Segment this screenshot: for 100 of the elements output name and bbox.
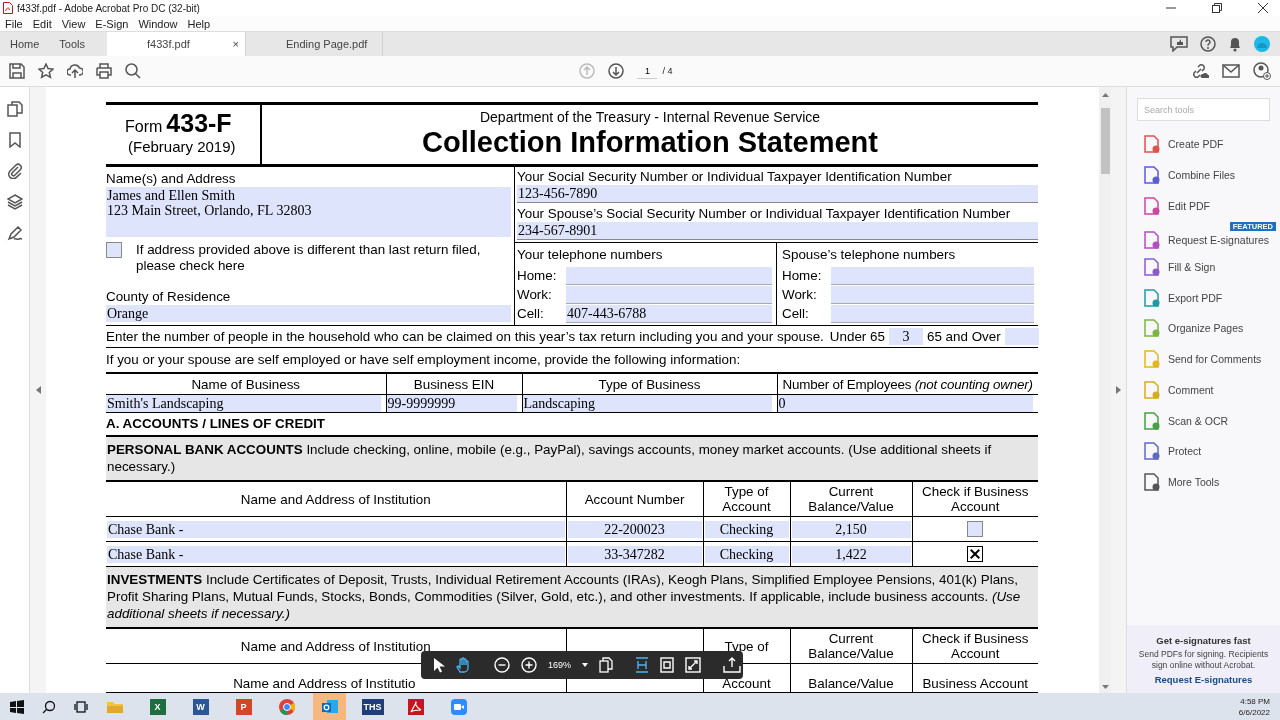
text-field[interactable]: Chase Bank - (107, 520, 565, 538)
bell-icon[interactable] (1228, 36, 1242, 52)
search-icon[interactable] (42, 699, 56, 714)
text-field[interactable]: 2,150 (791, 520, 911, 538)
hand-icon[interactable] (456, 657, 472, 673)
close-icon[interactable] (1258, 3, 1268, 13)
text-field[interactable]: Orange (106, 305, 511, 322)
search-field[interactable]: Search tools (1137, 98, 1270, 121)
text-field[interactable]: 0 (777, 395, 1033, 412)
full-screen-icon[interactable] (685, 657, 702, 673)
window-title: f433f.pdf - Adobe Acrobat Pro DC (32-bit) (17, 2, 201, 14)
zoom-in-icon[interactable] (521, 657, 537, 673)
tool-item[interactable]: Edit PDF (1127, 190, 1280, 222)
pages-icon[interactable] (599, 657, 614, 673)
restore-icon[interactable] (1212, 3, 1222, 13)
tool-item[interactable]: Create PDF (1127, 129, 1280, 160)
tool-item[interactable]: Send for Comments (1127, 343, 1280, 375)
text-field[interactable]: 407-443-6788 (566, 304, 772, 323)
text-field[interactable]: 123-456-7890 (517, 185, 1038, 203)
tool-item[interactable]: Comment (1127, 374, 1280, 406)
save-icon[interactable] (9, 63, 25, 79)
pointer-icon[interactable] (433, 657, 445, 673)
windows-start-icon[interactable] (10, 699, 24, 714)
zoom-out-icon[interactable] (494, 657, 510, 673)
menu-item[interactable]: E-Sign (95, 17, 129, 30)
bookmark-icon[interactable] (6, 132, 23, 148)
text-field[interactable] (566, 266, 772, 285)
link-icon[interactable] (1191, 63, 1209, 79)
menu-item[interactable]: Edit (32, 17, 52, 30)
expand-arrow-icon[interactable] (1116, 386, 1121, 394)
tab[interactable]: Home (0, 32, 50, 56)
signature-pen-icon[interactable] (6, 225, 23, 241)
help-icon[interactable] (1200, 36, 1216, 52)
text-field[interactable]: Smith's Landscaping (106, 395, 381, 412)
taskbar-button[interactable] (313, 693, 346, 720)
text-field[interactable]: 3 (888, 328, 923, 345)
text-field[interactable]: 22-200023 (567, 520, 702, 538)
text-field[interactable]: Chase Bank - (107, 545, 565, 563)
close-tab-button[interactable]: × (230, 38, 242, 50)
print-icon[interactable] (96, 63, 112, 79)
taskbar-button[interactable]: W (184, 693, 217, 720)
text-field[interactable]: Checking (704, 545, 789, 563)
tool-item[interactable]: Organize Pages (1127, 313, 1280, 344)
upload-icon[interactable] (67, 63, 83, 79)
tool-item[interactable]: Export PDF (1127, 282, 1280, 314)
text-field[interactable] (831, 266, 1034, 285)
pages-icon[interactable] (6, 101, 23, 117)
taskbar-button[interactable]: X (141, 693, 174, 720)
promo-link[interactable]: Request E-signatures (1133, 674, 1274, 685)
text-field[interactable] (566, 285, 772, 304)
checkbox[interactable] (967, 521, 984, 537)
next-page-icon[interactable] (608, 63, 625, 79)
column-header: Account Number (566, 482, 703, 517)
checkbox[interactable] (967, 546, 984, 562)
fit-width-icon[interactable] (635, 657, 650, 673)
tool-item[interactable]: More Tools (1127, 466, 1280, 498)
menu-item[interactable]: Help (187, 17, 211, 30)
taskbar-button[interactable]: P (227, 693, 260, 720)
column-header: Current Balance/Value (790, 482, 912, 517)
tool-item[interactable]: Combine Files (1127, 159, 1280, 191)
checkbox[interactable] (106, 242, 122, 258)
column-header: Name and Address of Institution (106, 482, 566, 517)
tab[interactable]: Tools (49, 32, 96, 56)
text-field[interactable]: Landscaping (522, 395, 772, 412)
share-upload-icon[interactable] (723, 657, 742, 673)
text-field[interactable] (831, 285, 1034, 304)
text-field[interactable] (831, 304, 1034, 323)
menu-item[interactable]: Window (138, 17, 178, 30)
tab[interactable]: f433f.pdf × (107, 32, 247, 56)
search-icon[interactable] (125, 63, 141, 79)
chat-icon[interactable] (1170, 36, 1188, 52)
scrollbar-thumb[interactable] (1100, 108, 1110, 174)
tool-item[interactable]: Fill & Sign (1127, 251, 1280, 283)
fit-page-icon[interactable] (660, 657, 675, 673)
text-field[interactable]: 1,422 (791, 545, 911, 563)
mail-icon[interactable] (1222, 64, 1240, 78)
scroll-down-icon[interactable] (1101, 685, 1109, 689)
taskbar-button[interactable]: THS (356, 693, 389, 720)
paperclip-icon[interactable] (6, 163, 23, 179)
layers-icon[interactable] (6, 194, 23, 210)
scroll-up-icon[interactable] (1101, 93, 1109, 97)
caret-icon[interactable] (582, 663, 589, 667)
task-view-icon[interactable] (74, 699, 88, 714)
star-icon[interactable] (38, 63, 54, 79)
tool-item[interactable]: Protect (1127, 435, 1280, 467)
text-field[interactable]: Checking (704, 520, 789, 538)
menu-item[interactable]: View (61, 17, 86, 30)
menu-item[interactable]: File (5, 17, 23, 30)
text-field[interactable]: 33-347282 (567, 545, 702, 563)
app-tile-icon: W (192, 698, 209, 715)
tool-item[interactable]: Scan & OCR (1127, 405, 1280, 436)
text-field[interactable]: 234-567-8901 (517, 222, 1038, 240)
text-field[interactable]: 99-9999999 (386, 395, 517, 412)
text-field[interactable]: James and Ellen Smith 123 Main Street, Orlando, FL 32803 (106, 187, 511, 237)
page-number-field[interactable]: 1 (637, 63, 658, 79)
avatar-icon[interactable] (1254, 36, 1270, 52)
collapse-arrow-icon[interactable] (35, 386, 41, 394)
app-tile-icon: P (235, 698, 252, 715)
text-field[interactable] (1004, 328, 1039, 345)
add-user-icon[interactable] (1253, 62, 1271, 80)
